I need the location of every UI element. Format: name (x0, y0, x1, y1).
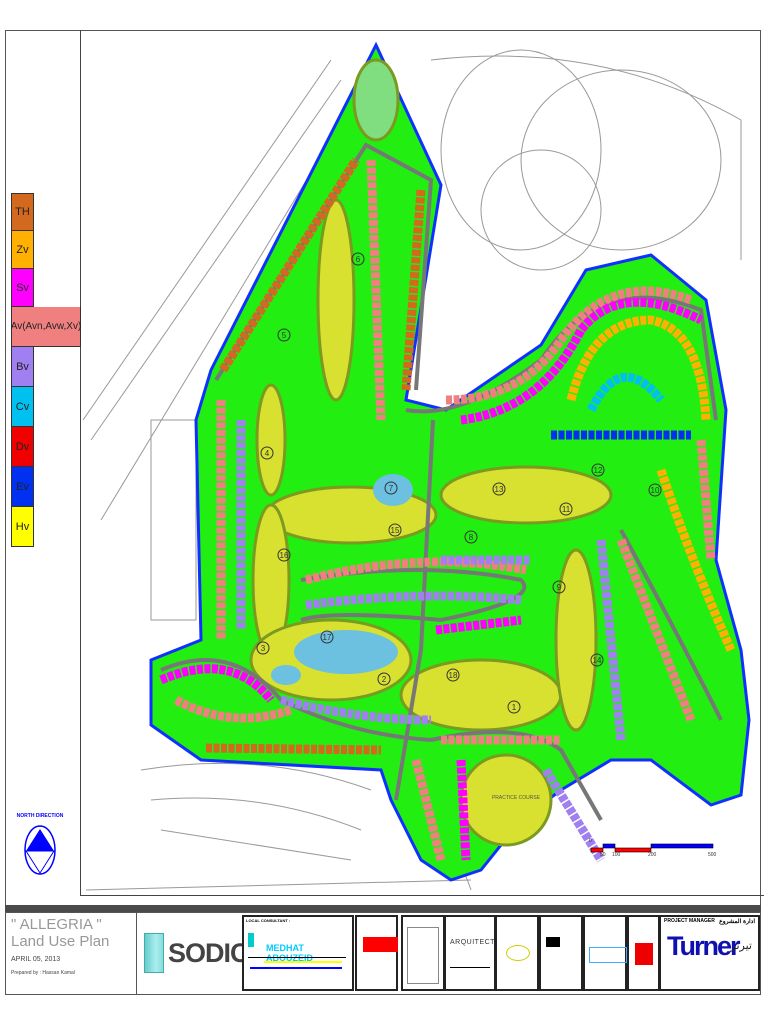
title-block-bar (5, 905, 761, 912)
project-manager-box: PROJECT MANAGER ادارة المشروع Turner تير… (659, 915, 760, 991)
local-consultant-box: LOCAL CONSULTANT : MEDHAT ABOUZEID (242, 915, 354, 991)
local-consultant-label: LOCAL CONSULTANT : (246, 918, 291, 923)
land-use-map[interactable]: 1 2 3 4 5 6 7 8 9 10 11 12 13 14 15 16 1… (80, 30, 764, 896)
svg-text:14: 14 (593, 656, 602, 665)
svg-text:4: 4 (265, 449, 270, 458)
red-emblem-logo (635, 943, 653, 965)
legend-item-hv: Hv (11, 507, 34, 547)
sodic-logo: SODIC (144, 933, 250, 973)
scale-label: 500 (708, 852, 717, 858)
svg-text:1: 1 (512, 703, 517, 712)
scale-label: 200 (648, 852, 657, 858)
hole-14: 14 (590, 653, 604, 667)
black-logo (546, 937, 560, 947)
svg-text:16: 16 (280, 551, 289, 560)
svg-text:6: 6 (356, 255, 361, 264)
north-arrow: NORTH DIRECTION (14, 813, 66, 882)
hole-18: 18 (446, 668, 460, 682)
svg-text:12: 12 (594, 466, 603, 475)
sodic-wordmark: SODIC (168, 937, 250, 968)
site-plan: 1 2 3 4 5 6 7 8 9 10 11 12 13 14 15 16 1… (82, 41, 751, 891)
divider (248, 957, 346, 958)
svg-text:13: 13 (495, 485, 504, 494)
scale-bar: 0 50 100 200 500 (588, 838, 718, 863)
svg-text:2: 2 (382, 675, 387, 684)
svg-text:3: 3 (261, 644, 266, 653)
project-manager-label: PROJECT MANAGER (664, 918, 715, 924)
architect-box: ARQUITECTONICA (444, 915, 519, 991)
local-consultant-name: MEDHAT ABOUZEID (266, 943, 313, 963)
prepared-by: Prepared by : Hassan Kamal (11, 970, 75, 976)
title-cell: " ALLEGRIA " Land Use Plan APRIL 05, 201… (6, 913, 137, 994)
grey-logo (407, 927, 439, 984)
practice-course-label: PRACTICE COURSE (492, 795, 541, 801)
project-name: " ALLEGRIA " (11, 916, 102, 933)
project-manager-ar-label: ادارة المشروع (719, 919, 755, 925)
scale-label: 50 (600, 852, 606, 858)
consultant-box-bcg (627, 915, 660, 991)
red-logo (363, 937, 398, 952)
scale-label: 0 (589, 838, 592, 844)
svg-text:18: 18 (449, 671, 458, 680)
land-use-legend: TH Zv Sv Av(Avn,Avw,Xv) Bv Cv Dv Ev Hv (11, 193, 81, 547)
divider (450, 967, 490, 968)
legend-item-sv: Sv (11, 269, 34, 307)
svg-text:11: 11 (562, 505, 571, 514)
turner-ar-logo: تيرنر (730, 940, 752, 952)
legend-item-zv: Zv (11, 231, 34, 269)
consultant-box-arabic (539, 915, 583, 991)
yellow-oval-logo (506, 945, 530, 961)
svg-text:15: 15 (391, 526, 400, 535)
legend-item-bv: Bv (11, 347, 34, 387)
svg-text:5: 5 (282, 331, 287, 340)
consultant-text-line (264, 961, 342, 963)
hole-12: 12 (591, 463, 605, 477)
hole-13: 13 (492, 482, 506, 496)
consultant-box-red (355, 915, 398, 991)
north-compass-icon (24, 825, 56, 875)
hole-16: 16 (277, 548, 291, 562)
consultant-text-line (250, 967, 342, 969)
svg-text:8: 8 (469, 533, 474, 542)
consultant-box-blue-logo (583, 915, 627, 991)
hole-15: 15 (388, 523, 402, 537)
svg-text:9: 9 (557, 583, 562, 592)
consultant-box-grey (401, 915, 445, 991)
sodic-cube-icon (144, 933, 164, 973)
svg-text:10: 10 (651, 486, 660, 495)
consultant-logo-icon (248, 933, 254, 947)
turner-logo: Turner (667, 931, 741, 961)
legend-item-av: Av(Avn,Avw,Xv) (11, 307, 81, 347)
hole-10: 10 (648, 483, 662, 497)
legend-item-dv: Dv (11, 427, 34, 467)
svg-text:17: 17 (323, 633, 332, 642)
legend-item-th: TH (11, 193, 34, 231)
blue-logo (589, 947, 627, 963)
plan-title: Land Use Plan (11, 933, 110, 950)
title-block: " ALLEGRIA " Land Use Plan APRIL 05, 201… (5, 912, 761, 995)
plan-date: APRIL 05, 2013 (11, 956, 61, 963)
svg-text:7: 7 (389, 484, 394, 493)
legend-item-ev: Ev (11, 467, 34, 507)
hole-17: 17 (320, 630, 334, 644)
scale-label: 100 (612, 852, 621, 858)
legend-item-cv: Cv (11, 387, 34, 427)
consultant-box-yellow-logo (495, 915, 539, 991)
